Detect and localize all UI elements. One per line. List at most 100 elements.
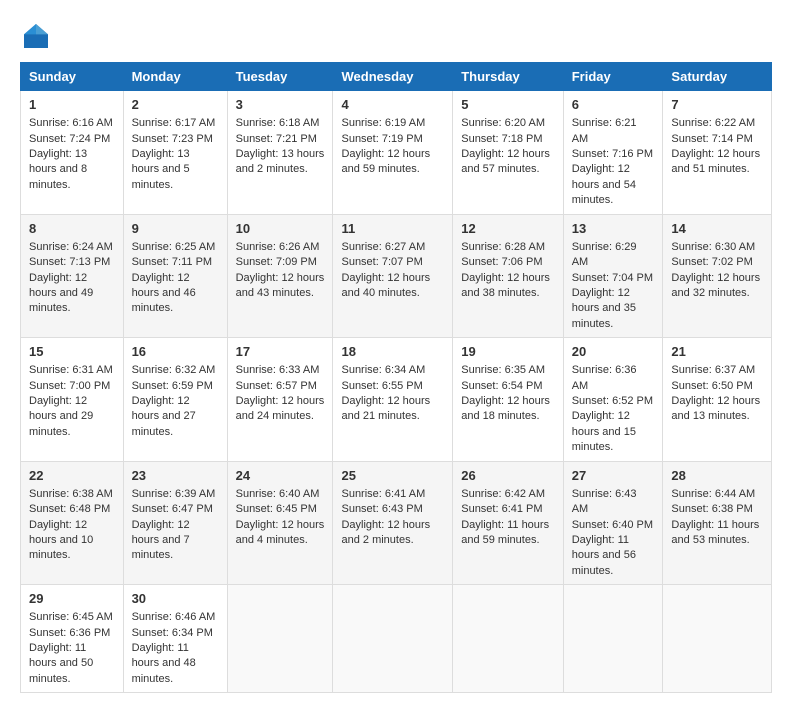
daylight-label: Daylight: 12 hours and 49 minutes. [29, 272, 93, 315]
day-number: 23 [132, 467, 219, 485]
sunset-label: Sunset: 7:13 PM [29, 256, 110, 268]
sunset-label: Sunset: 6:52 PM [572, 395, 653, 407]
sunrise-label: Sunrise: 6:42 AM [461, 488, 545, 500]
daylight-label: Daylight: 12 hours and 10 minutes. [29, 519, 93, 562]
sunrise-label: Sunrise: 6:43 AM [572, 488, 637, 515]
sunrise-label: Sunrise: 6:40 AM [236, 488, 320, 500]
sunrise-label: Sunrise: 6:37 AM [671, 364, 755, 376]
daylight-label: Daylight: 12 hours and 46 minutes. [132, 272, 196, 315]
col-header-saturday: Saturday [663, 63, 772, 91]
sunrise-label: Sunrise: 6:41 AM [341, 488, 425, 500]
calendar-cell: 9 Sunrise: 6:25 AM Sunset: 7:11 PM Dayli… [123, 214, 227, 338]
daylight-label: Daylight: 12 hours and 2 minutes. [341, 519, 430, 546]
sunset-label: Sunset: 6:47 PM [132, 503, 213, 515]
sunset-label: Sunset: 7:11 PM [132, 256, 213, 268]
sunset-label: Sunset: 7:07 PM [341, 256, 422, 268]
calendar-cell: 12 Sunrise: 6:28 AM Sunset: 7:06 PM Dayl… [453, 214, 563, 338]
sunrise-label: Sunrise: 6:34 AM [341, 364, 425, 376]
daylight-label: Daylight: 12 hours and 15 minutes. [572, 410, 636, 453]
sunrise-label: Sunrise: 6:17 AM [132, 117, 216, 129]
calendar-cell: 17 Sunrise: 6:33 AM Sunset: 6:57 PM Dayl… [227, 338, 333, 462]
daylight-label: Daylight: 12 hours and 38 minutes. [461, 272, 550, 299]
day-number: 29 [29, 590, 115, 608]
calendar-cell: 24 Sunrise: 6:40 AM Sunset: 6:45 PM Dayl… [227, 461, 333, 585]
sunrise-label: Sunrise: 6:36 AM [572, 364, 637, 391]
calendar-week-3: 15 Sunrise: 6:31 AM Sunset: 7:00 PM Dayl… [21, 338, 772, 462]
sunset-label: Sunset: 7:18 PM [461, 133, 542, 145]
daylight-label: Daylight: 12 hours and 54 minutes. [572, 163, 636, 206]
calendar-cell [453, 585, 563, 693]
day-number: 15 [29, 343, 115, 361]
sunrise-label: Sunrise: 6:21 AM [572, 117, 637, 144]
sunrise-label: Sunrise: 6:33 AM [236, 364, 320, 376]
daylight-label: Daylight: 12 hours and 27 minutes. [132, 395, 196, 438]
daylight-label: Daylight: 12 hours and 21 minutes. [341, 395, 430, 422]
calendar-cell: 14 Sunrise: 6:30 AM Sunset: 7:02 PM Dayl… [663, 214, 772, 338]
day-number: 16 [132, 343, 219, 361]
daylight-label: Daylight: 12 hours and 35 minutes. [572, 287, 636, 330]
daylight-label: Daylight: 12 hours and 29 minutes. [29, 395, 93, 438]
calendar-cell: 8 Sunrise: 6:24 AM Sunset: 7:13 PM Dayli… [21, 214, 124, 338]
day-number: 13 [572, 220, 655, 238]
sunrise-label: Sunrise: 6:20 AM [461, 117, 545, 129]
sunset-label: Sunset: 7:16 PM [572, 148, 653, 160]
daylight-label: Daylight: 11 hours and 48 minutes. [132, 642, 196, 685]
daylight-label: Daylight: 13 hours and 5 minutes. [132, 148, 190, 191]
sunset-label: Sunset: 6:50 PM [671, 380, 752, 392]
sunset-label: Sunset: 7:00 PM [29, 380, 110, 392]
calendar-cell: 11 Sunrise: 6:27 AM Sunset: 7:07 PM Dayl… [333, 214, 453, 338]
sunrise-label: Sunrise: 6:27 AM [341, 241, 425, 253]
daylight-label: Daylight: 12 hours and 51 minutes. [671, 148, 760, 175]
sunset-label: Sunset: 6:43 PM [341, 503, 422, 515]
sunset-label: Sunset: 7:21 PM [236, 133, 317, 145]
sunrise-label: Sunrise: 6:39 AM [132, 488, 216, 500]
day-number: 2 [132, 96, 219, 114]
col-header-thursday: Thursday [453, 63, 563, 91]
daylight-label: Daylight: 11 hours and 53 minutes. [671, 519, 759, 546]
day-number: 21 [671, 343, 763, 361]
sunrise-label: Sunrise: 6:45 AM [29, 611, 113, 623]
calendar-cell: 23 Sunrise: 6:39 AM Sunset: 6:47 PM Dayl… [123, 461, 227, 585]
day-number: 18 [341, 343, 444, 361]
daylight-label: Daylight: 11 hours and 50 minutes. [29, 642, 93, 685]
calendar-header-row: SundayMondayTuesdayWednesdayThursdayFrid… [21, 63, 772, 91]
day-number: 6 [572, 96, 655, 114]
day-number: 5 [461, 96, 554, 114]
sunrise-label: Sunrise: 6:38 AM [29, 488, 113, 500]
day-number: 9 [132, 220, 219, 238]
daylight-label: Daylight: 12 hours and 57 minutes. [461, 148, 550, 175]
page-header [20, 20, 772, 52]
calendar-cell: 10 Sunrise: 6:26 AM Sunset: 7:09 PM Dayl… [227, 214, 333, 338]
day-number: 11 [341, 220, 444, 238]
sunrise-label: Sunrise: 6:44 AM [671, 488, 755, 500]
day-number: 30 [132, 590, 219, 608]
daylight-label: Daylight: 12 hours and 4 minutes. [236, 519, 325, 546]
calendar-cell: 2 Sunrise: 6:17 AM Sunset: 7:23 PM Dayli… [123, 91, 227, 215]
sunrise-label: Sunrise: 6:29 AM [572, 241, 637, 268]
daylight-label: Daylight: 12 hours and 24 minutes. [236, 395, 325, 422]
day-number: 25 [341, 467, 444, 485]
sunset-label: Sunset: 6:57 PM [236, 380, 317, 392]
daylight-label: Daylight: 12 hours and 13 minutes. [671, 395, 760, 422]
day-number: 20 [572, 343, 655, 361]
calendar-cell [563, 585, 663, 693]
sunrise-label: Sunrise: 6:25 AM [132, 241, 216, 253]
daylight-label: Daylight: 13 hours and 8 minutes. [29, 148, 87, 191]
day-number: 10 [236, 220, 325, 238]
daylight-label: Daylight: 12 hours and 40 minutes. [341, 272, 430, 299]
logo [20, 20, 56, 52]
sunrise-label: Sunrise: 6:31 AM [29, 364, 113, 376]
day-number: 3 [236, 96, 325, 114]
calendar-cell: 20 Sunrise: 6:36 AM Sunset: 6:52 PM Dayl… [563, 338, 663, 462]
calendar-cell: 4 Sunrise: 6:19 AM Sunset: 7:19 PM Dayli… [333, 91, 453, 215]
calendar-cell: 5 Sunrise: 6:20 AM Sunset: 7:18 PM Dayli… [453, 91, 563, 215]
calendar-cell [333, 585, 453, 693]
day-number: 4 [341, 96, 444, 114]
sunrise-label: Sunrise: 6:16 AM [29, 117, 113, 129]
sunset-label: Sunset: 6:36 PM [29, 627, 110, 639]
col-header-monday: Monday [123, 63, 227, 91]
calendar-cell: 30 Sunrise: 6:46 AM Sunset: 6:34 PM Dayl… [123, 585, 227, 693]
sunset-label: Sunset: 7:06 PM [461, 256, 542, 268]
sunset-label: Sunset: 6:40 PM [572, 519, 653, 531]
daylight-label: Daylight: 12 hours and 59 minutes. [341, 148, 430, 175]
